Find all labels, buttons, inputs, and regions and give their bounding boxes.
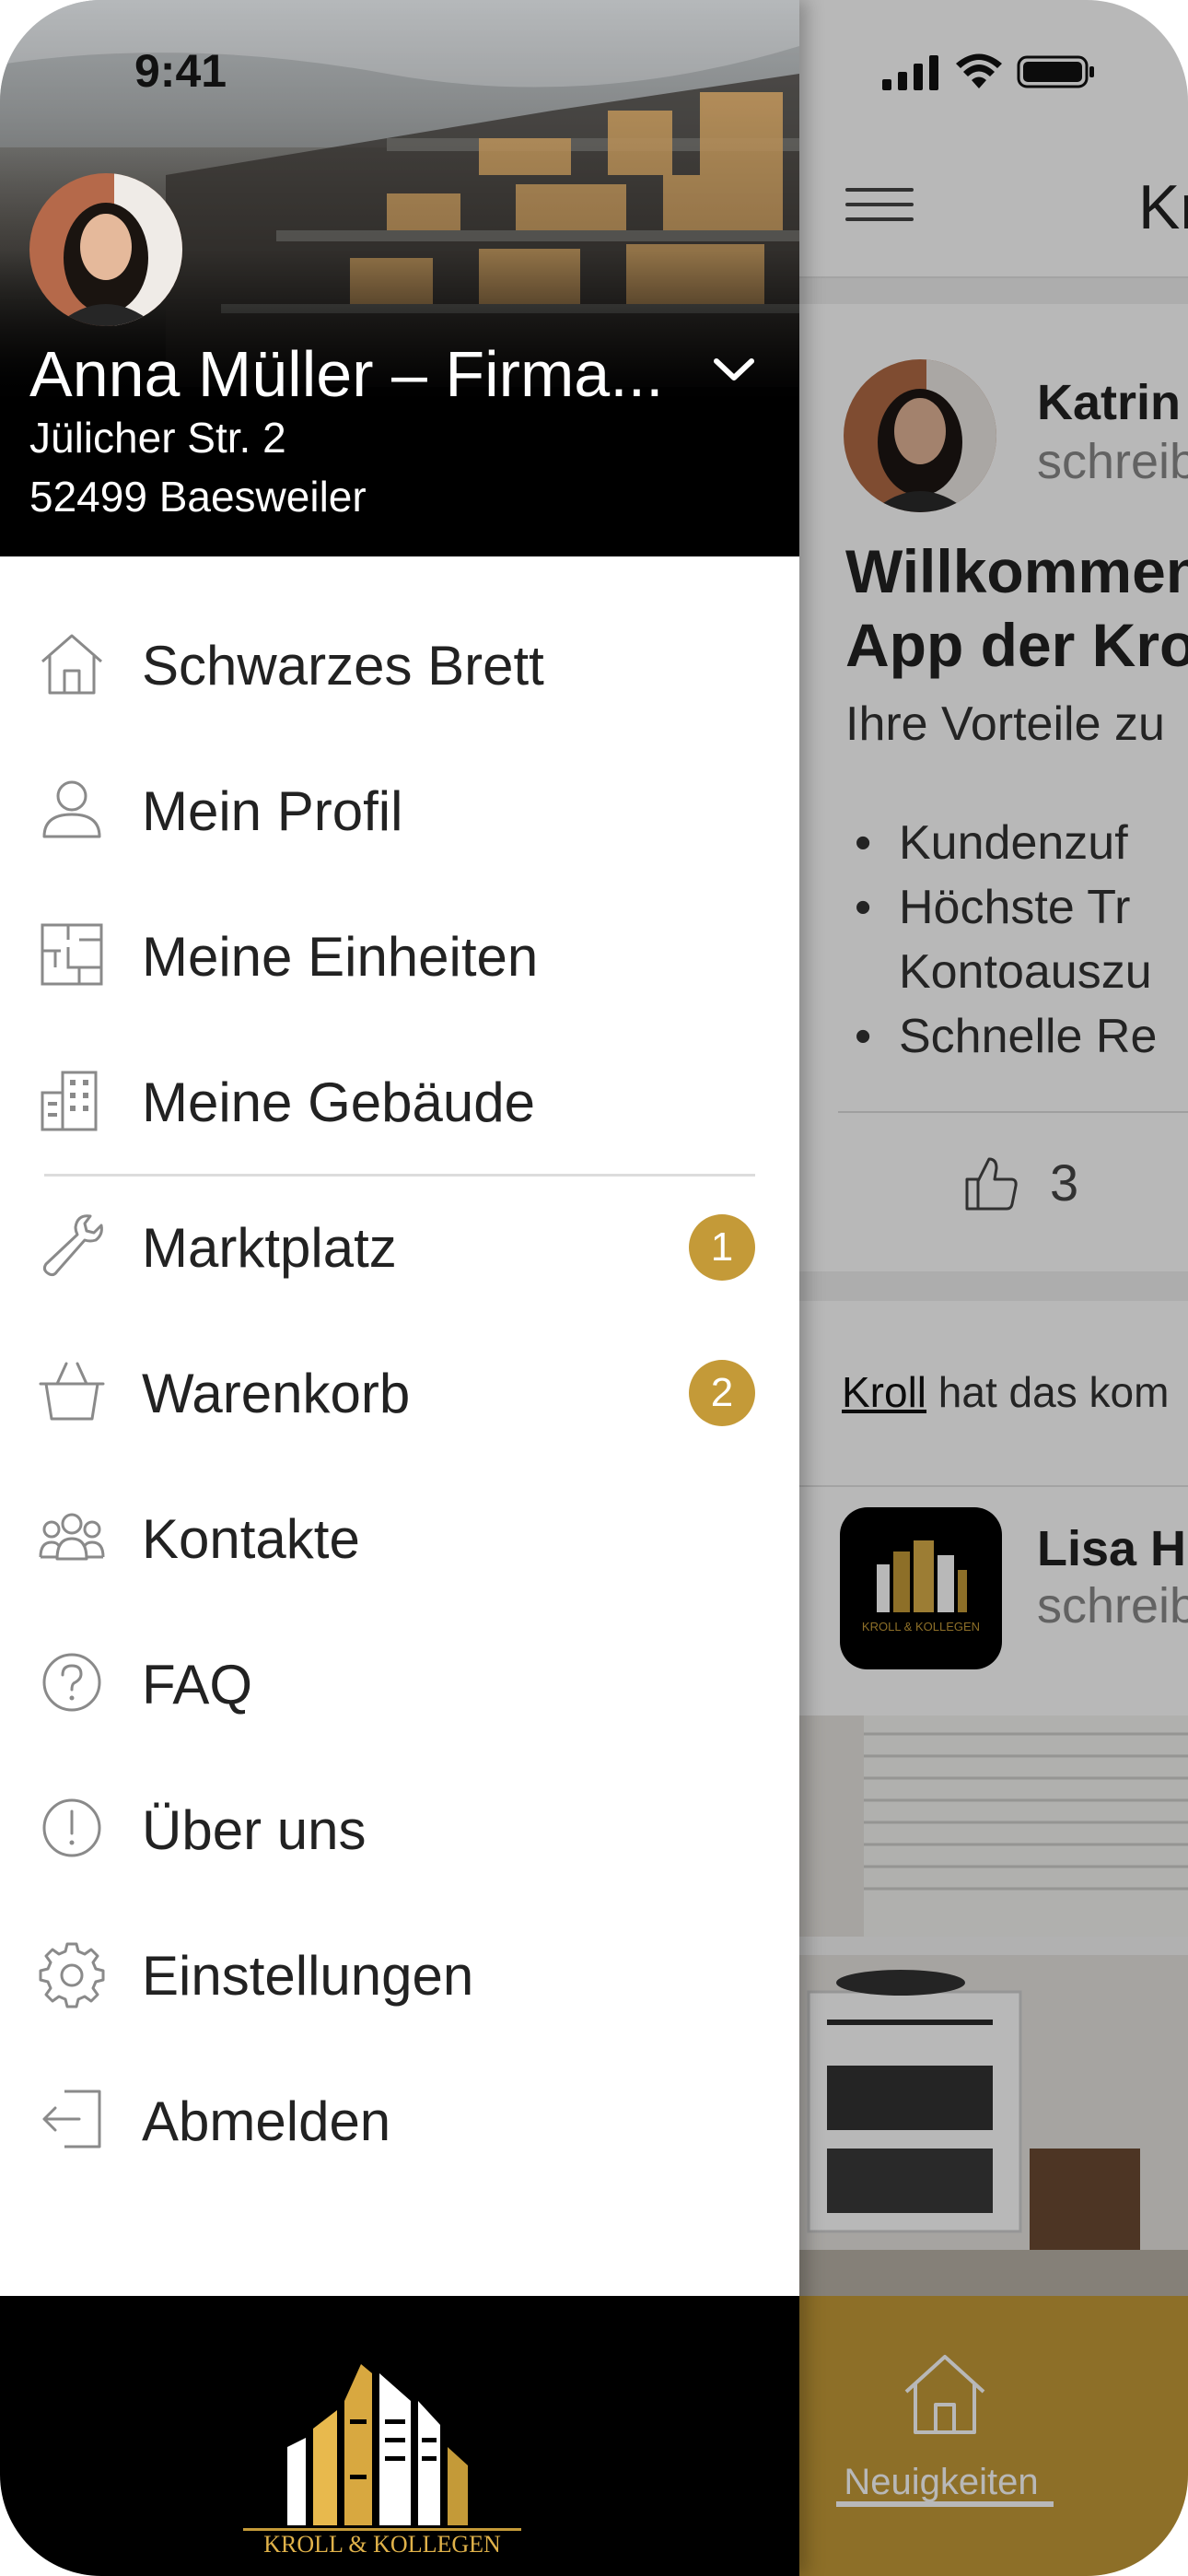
gear-icon (39, 1942, 105, 2008)
warenkorb-badge: 2 (689, 1360, 755, 1426)
menu-item-label: Über uns (142, 1799, 367, 1861)
status-time: 9:41 (134, 45, 227, 97)
wrench-icon (42, 1214, 103, 1277)
menu-item-meine-gebaeude[interactable]: Meine Gebäude (0, 1045, 799, 1155)
menu-item-label: Meine Einheiten (142, 926, 539, 988)
menu-item-label: Mein Profil (142, 780, 403, 842)
person-icon (42, 780, 101, 838)
profile-avatar[interactable] (29, 173, 182, 326)
menu-item-faq[interactable]: FAQ (0, 1627, 799, 1738)
building-icon (41, 1071, 98, 1131)
question-icon (42, 1653, 101, 1712)
phone-screen: Kr Katrin schreib Willkommen App der Kro… (0, 0, 1188, 2576)
menu-item-mein-profil[interactable]: Mein Profil (0, 754, 799, 864)
menu-item-schwarzes-brett[interactable]: Schwarzes Brett (0, 608, 799, 719)
group-icon (39, 1513, 105, 1561)
menu-item-warenkorb[interactable]: Warenkorb 2 (0, 1336, 799, 1446)
basket-icon (39, 1362, 105, 1421)
profile-street: Jülicher Str. 2 (29, 414, 286, 462)
drawer-header: 9:41 Anna Müller – Firma... Jülicher Str… (0, 0, 799, 556)
menu-item-label: Schwarzes Brett (142, 635, 544, 697)
menu-item-kontakte[interactable]: Kontakte (0, 1481, 799, 1592)
menu-item-meine-einheiten[interactable]: Meine Einheiten (0, 899, 799, 1010)
menu-item-abmelden[interactable]: Abmelden (0, 2064, 799, 2174)
menu-divider (44, 1174, 755, 1177)
floorplan-icon (41, 923, 103, 986)
house-icon (41, 634, 102, 695)
info-icon (42, 1798, 101, 1857)
drawer-footer: KROLL & KOLLEGEN (0, 2296, 799, 2576)
menu-item-einstellungen[interactable]: Einstellungen (0, 1918, 799, 2029)
menu-item-marktplatz[interactable]: Marktplatz 1 (0, 1190, 799, 1301)
menu-item-label: Warenkorb (142, 1363, 411, 1424)
menu-item-label: FAQ (142, 1654, 253, 1715)
chevron-down-icon[interactable] (711, 354, 757, 385)
menu-item-label: Kontakte (142, 1508, 360, 1570)
marktplatz-badge: 1 (689, 1214, 755, 1281)
menu-item-label: Meine Gebäude (142, 1071, 535, 1133)
menu-item-label: Einstellungen (142, 1945, 474, 2007)
menu-item-label: Marktplatz (142, 1217, 397, 1279)
menu-item-ueber-uns[interactable]: Über uns (0, 1773, 799, 1883)
background-feed[interactable]: Kr Katrin schreib Willkommen App der Kro… (799, 0, 1188, 2576)
menu-item-label: Abmelden (142, 2090, 391, 2152)
company-logo: KROLL & KOLLEGEN (243, 2364, 521, 2558)
navigation-drawer: 9:41 Anna Müller – Firma... Jülicher Str… (0, 0, 799, 2576)
profile-name[interactable]: Anna Müller – Firma... (29, 337, 664, 411)
logout-icon (42, 2090, 101, 2149)
profile-city: 52499 Baesweiler (29, 473, 367, 521)
drawer-scrim[interactable] (799, 0, 1188, 2576)
logo-text: KROLL & KOLLEGEN (263, 2531, 501, 2558)
